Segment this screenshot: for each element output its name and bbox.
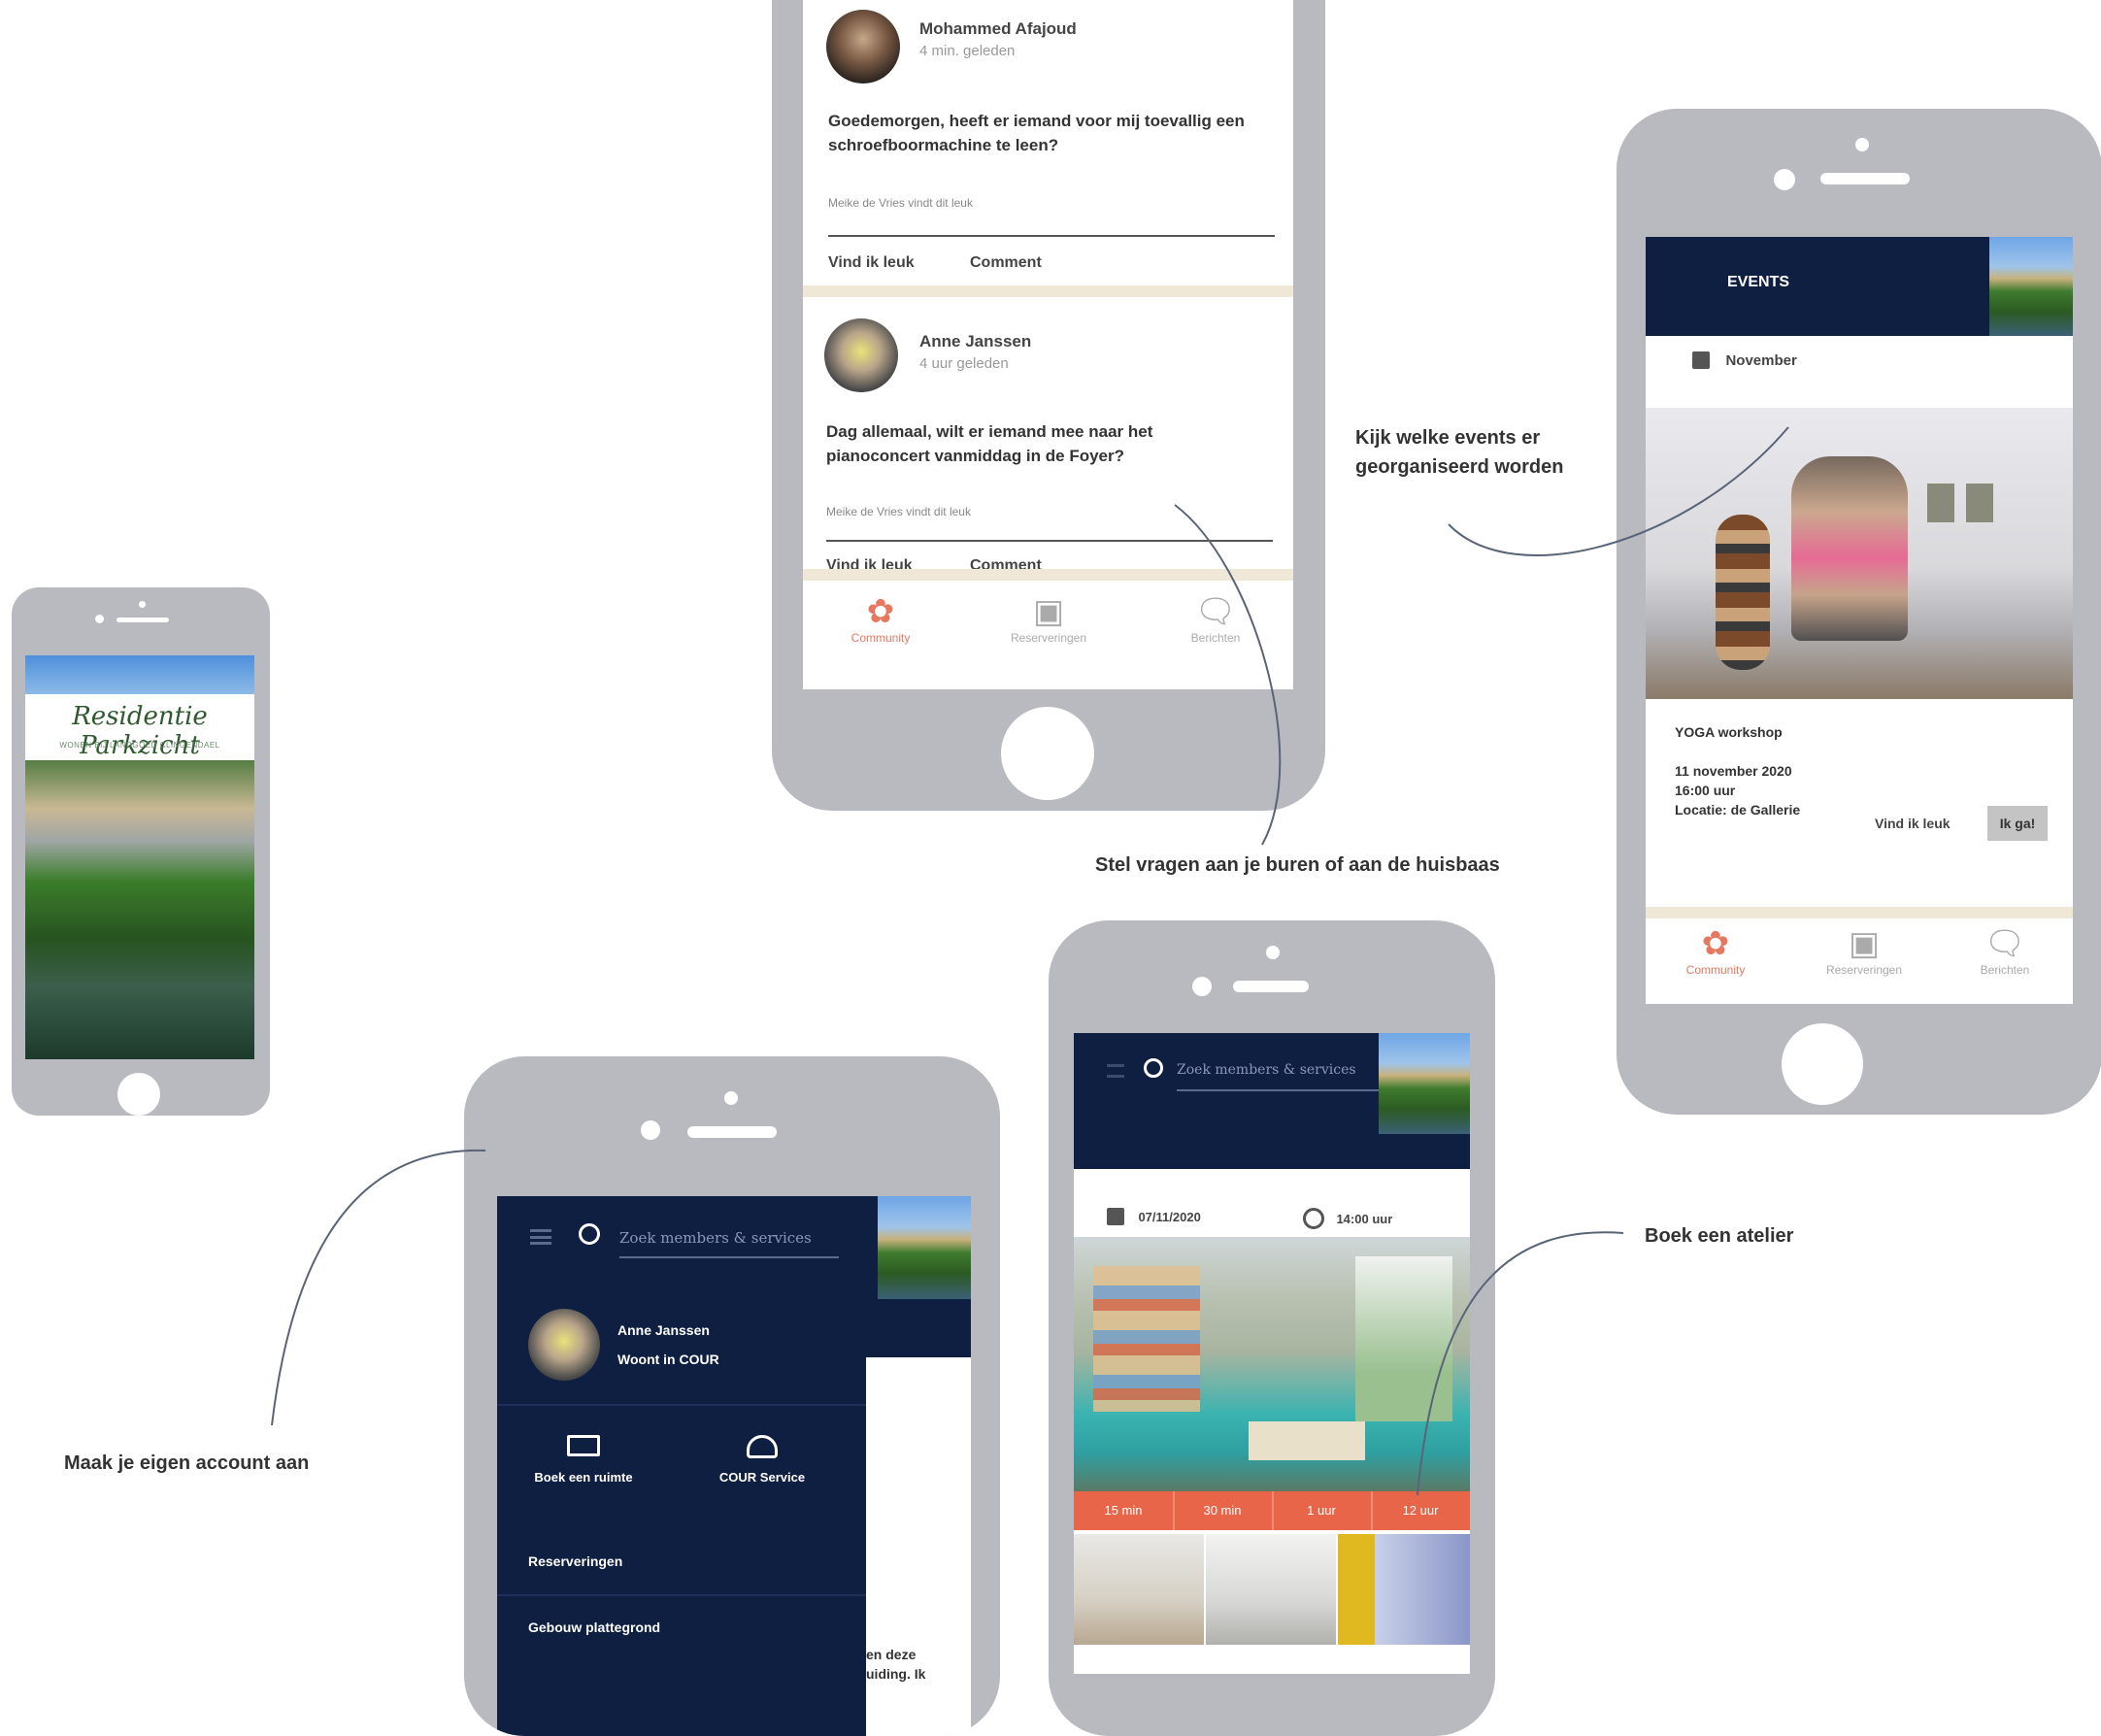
account-annotation: Maak je eigen account aan xyxy=(64,1452,310,1474)
account-callout-line xyxy=(271,1149,486,1426)
questions-callout-line xyxy=(1174,504,1282,846)
events-annotation: Kijk welke events er georganiseerd worde… xyxy=(1355,427,1564,478)
annotation-lines xyxy=(271,426,1789,1496)
studio-callout-line xyxy=(1417,1231,1624,1496)
studio-annotation: Boek een atelier xyxy=(1645,1225,1794,1247)
questions-annotation: Stel vragen aan je buren of aan de huisb… xyxy=(1095,854,1500,876)
